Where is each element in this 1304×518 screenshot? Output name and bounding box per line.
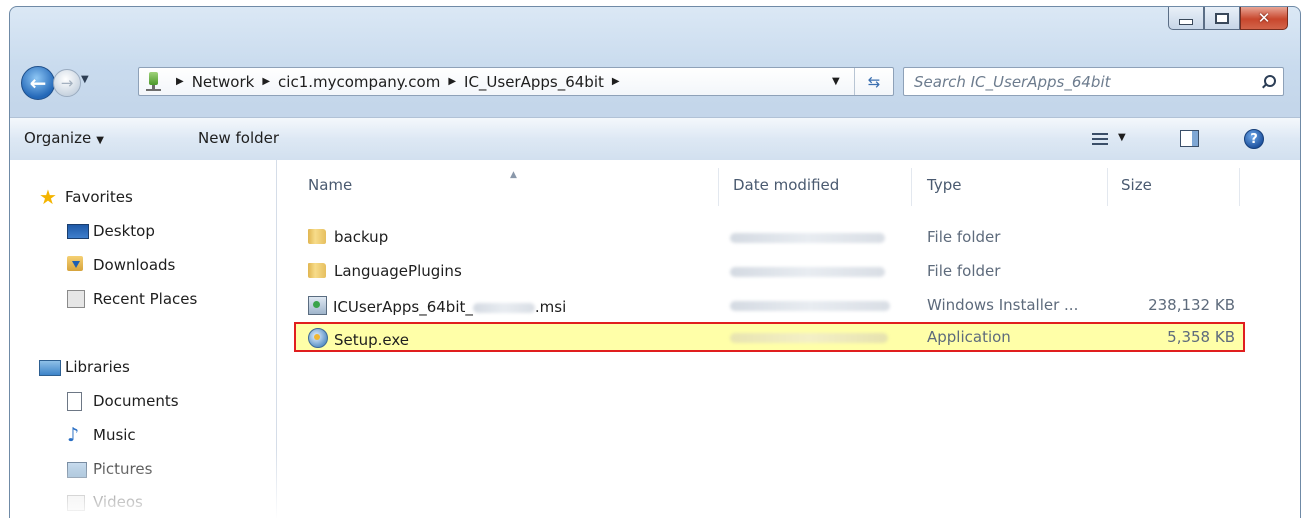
navigation-pane: ★ Favorites Desktop Downloads Recent Pla…	[10, 160, 277, 518]
file-list: ▲ Name Date modified Type Size backup Fi…	[277, 160, 1300, 518]
folder-icon	[308, 229, 326, 244]
breadcrumb-separator-icon[interactable]: ▶	[262, 76, 270, 87]
sidebar-item-label: Downloads	[93, 256, 176, 274]
caption-buttons: ✕	[1168, 7, 1288, 30]
sort-ascending-icon: ▲	[510, 170, 517, 180]
command-bar: Organize ▼ New folder ▼ ?	[10, 117, 1300, 161]
close-button[interactable]: ✕	[1240, 7, 1288, 30]
column-divider[interactable]	[1239, 168, 1240, 206]
search-icon[interactable]	[1261, 74, 1276, 89]
recent-pages-dropdown[interactable]: ▼	[81, 74, 89, 85]
file-name: backup	[308, 228, 388, 246]
libraries-icon	[39, 358, 61, 376]
forward-arrow-icon: →	[60, 74, 74, 92]
new-folder-button[interactable]: New folder	[198, 129, 279, 147]
help-icon[interactable]: ?	[1244, 129, 1264, 149]
breadcrumb-network[interactable]: Network	[192, 73, 255, 91]
videos-icon	[67, 493, 87, 511]
sidebar-item-libraries[interactable]: Libraries	[39, 358, 130, 376]
breadcrumb-separator-icon[interactable]: ▶	[448, 76, 456, 87]
chevron-down-icon: ▼	[96, 135, 104, 146]
maximize-button[interactable]	[1204, 7, 1240, 30]
date-modified-redacted	[730, 296, 890, 314]
setup-icon	[308, 328, 328, 348]
sidebar-item-desktop[interactable]: Desktop	[67, 222, 155, 240]
date-modified-redacted	[730, 262, 885, 280]
sidebar-item-videos[interactable]: Videos	[67, 493, 143, 511]
sidebar-item-label: Desktop	[93, 222, 155, 240]
redacted-version	[472, 302, 535, 313]
file-name: LanguagePlugins	[308, 262, 462, 280]
file-type: File folder	[927, 228, 1001, 246]
minimize-icon	[1179, 19, 1193, 25]
sidebar-item-favorites[interactable]: ★ Favorites	[39, 185, 133, 209]
search-input[interactable]: Search IC_UserApps_64bit	[904, 73, 1261, 91]
sidebar-item-downloads[interactable]: Downloads	[67, 256, 175, 274]
sidebar-item-recent-places[interactable]: Recent Places	[67, 290, 197, 308]
back-arrow-icon: ←	[29, 71, 47, 95]
breadcrumb-folder[interactable]: IC_UserApps_64bit	[464, 73, 604, 91]
sidebar-item-pictures[interactable]: Pictures	[67, 460, 152, 478]
file-name: ICUserApps_64bit_ .msi	[308, 296, 566, 316]
file-row-backup[interactable]: backup File folder	[295, 222, 1245, 254]
file-name: Setup.exe	[308, 328, 409, 349]
forward-button[interactable]: →	[53, 69, 81, 97]
refresh-button[interactable]: ⇆	[854, 68, 893, 95]
back-button[interactable]: ←	[21, 66, 55, 100]
preview-pane-icon[interactable]	[1180, 130, 1199, 147]
minimize-button[interactable]	[1168, 7, 1204, 30]
sidebar-item-label: Music	[93, 426, 136, 444]
file-row-setup-exe[interactable]: Setup.exe Application 5,358 KB	[294, 322, 1245, 352]
breadcrumb-separator-icon[interactable]: ▶	[612, 76, 620, 87]
sidebar-item-label: Recent Places	[93, 290, 198, 308]
pictures-icon	[67, 460, 87, 478]
close-icon: ✕	[1257, 9, 1271, 27]
date-modified-redacted	[730, 228, 885, 246]
sidebar-item-documents[interactable]: Documents	[67, 392, 179, 411]
documents-icon	[67, 392, 87, 411]
organize-label: Organize	[24, 129, 92, 147]
breadcrumb-separator-icon[interactable]: ▶	[176, 76, 184, 87]
desktop-icon	[67, 222, 89, 240]
refresh-icon: ⇆	[867, 72, 881, 91]
file-type: File folder	[927, 262, 1001, 280]
folder-icon	[308, 263, 326, 278]
sidebar-item-music[interactable]: ♪ Music	[67, 424, 136, 446]
sidebar-item-label: Favorites	[65, 188, 133, 206]
search-box[interactable]: Search IC_UserApps_64bit	[903, 67, 1284, 96]
column-divider[interactable]	[718, 168, 719, 206]
file-row-installer[interactable]: ICUserApps_64bit_ .msi Windows Installer …	[295, 290, 1245, 322]
file-type: Windows Installer ...	[927, 296, 1079, 314]
music-icon: ♪	[67, 424, 80, 446]
address-dropdown-icon[interactable]: ▼	[832, 76, 840, 87]
star-icon: ★	[39, 185, 57, 209]
views-dropdown-icon[interactable]: ▼	[1118, 132, 1126, 143]
address-bar[interactable]: ▶ Network ▶ cic1.mycompany.com ▶ IC_User…	[138, 67, 894, 96]
breadcrumb-server[interactable]: cic1.mycompany.com	[278, 73, 440, 91]
maximize-icon	[1215, 12, 1229, 24]
date-modified-redacted	[730, 328, 888, 346]
column-header-size[interactable]: Size	[1121, 176, 1152, 194]
file-row-languageplugins[interactable]: LanguagePlugins File folder	[295, 256, 1245, 288]
network-icon	[145, 71, 163, 92]
downloads-icon	[67, 256, 87, 274]
file-size: 238,132 KB	[1148, 296, 1235, 314]
column-divider[interactable]	[911, 168, 912, 206]
column-header-type[interactable]: Type	[927, 176, 961, 194]
sidebar-item-label: Pictures	[93, 460, 153, 478]
explorer-window: ✕ ← → ▼ ▶ Network ▶ cic1.mycompany.com ▶…	[9, 6, 1301, 518]
file-type: Application	[927, 328, 1011, 346]
organize-button[interactable]: Organize ▼	[24, 129, 104, 147]
column-header-date-modified[interactable]: Date modified	[733, 176, 839, 194]
sidebar-item-label: Documents	[93, 392, 179, 410]
file-size: 5,358 KB	[1167, 328, 1235, 346]
column-divider[interactable]	[1107, 168, 1108, 206]
recent-places-icon	[67, 290, 87, 308]
sidebar-item-label: Libraries	[65, 358, 130, 376]
sidebar-item-label: Videos	[93, 493, 143, 511]
views-icon[interactable]	[1092, 132, 1108, 146]
installer-icon	[308, 296, 327, 315]
column-header-name[interactable]: Name	[308, 176, 352, 194]
